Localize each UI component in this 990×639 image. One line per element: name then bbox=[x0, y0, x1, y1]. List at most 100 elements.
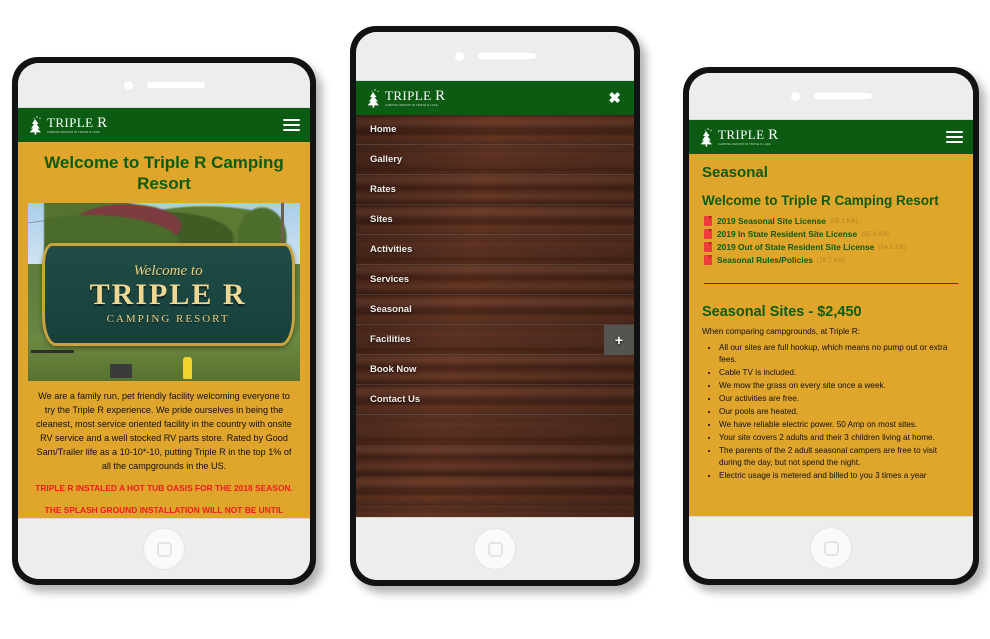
pine-tree-icon bbox=[366, 88, 382, 108]
nav-item-seasonal[interactable]: Seasonal bbox=[356, 295, 634, 325]
feature-bullet: Cable TV is included. bbox=[719, 367, 960, 379]
features-bullet-list: All our sites are full hookup, which mea… bbox=[702, 342, 960, 482]
feature-bullet: We have reliable electric power. 50 Amp … bbox=[719, 419, 960, 431]
document-link-item[interactable]: 2019 Seasonal Site License (55.1 KB) bbox=[704, 216, 960, 227]
document-links-list: 2019 Seasonal Site License (55.1 KB) 2019 … bbox=[704, 216, 960, 266]
document-link-label[interactable]: 2019 Seasonal Site License bbox=[717, 216, 826, 226]
sign-welcome-text: Welcome to bbox=[133, 262, 203, 279]
phone1-body: TRIPLE R CAMPING RESORT IN TRIPLE R LAKE… bbox=[18, 63, 310, 579]
phone2-top-bezel bbox=[356, 32, 634, 80]
document-file-size: (54.1 KB) bbox=[878, 243, 907, 251]
nav-item-contact-us[interactable]: Contact Us bbox=[356, 385, 634, 415]
pine-tree-icon bbox=[699, 127, 715, 147]
nav-item-label: Gallery bbox=[370, 154, 403, 165]
document-file-size: (78.7 KB) bbox=[816, 256, 845, 264]
phone3-screen: TRIPLE R CAMPING RESORT IN TRIPLE R LAKE… bbox=[689, 119, 973, 517]
submenu-expand-plus-icon[interactable]: + bbox=[604, 325, 634, 355]
nav-item-sites[interactable]: Sites bbox=[356, 205, 634, 235]
price-heading: Seasonal Sites - $2,450 bbox=[702, 304, 862, 321]
brand-logo[interactable]: TRIPLE R CAMPING RESORT IN TRIPLE R LAKE bbox=[699, 127, 779, 147]
nav-item-home[interactable]: Home bbox=[356, 115, 634, 145]
site-header: TRIPLE R CAMPING RESORT IN TRIPLE R LAKE… bbox=[356, 81, 634, 115]
phone1-screen: TRIPLE R CAMPING RESORT IN TRIPLE R LAKE… bbox=[18, 107, 310, 519]
pdf-file-icon bbox=[704, 216, 712, 227]
fire-hydrant bbox=[183, 357, 193, 380]
front-camera-icon bbox=[790, 91, 800, 101]
site-header: TRIPLE R CAMPING RESORT IN TRIPLE R LAKE bbox=[18, 108, 310, 142]
document-link-label[interactable]: Seasonal Rules/Policies bbox=[717, 255, 813, 265]
earpiece-speaker-icon bbox=[477, 53, 536, 59]
nav-item-label: Book Now bbox=[370, 364, 417, 375]
nav-item-services[interactable]: Services bbox=[356, 265, 634, 295]
fence-rail bbox=[30, 350, 75, 353]
document-link-item[interactable]: Seasonal Rules/Policies (78.7 KB) bbox=[704, 255, 960, 266]
page-title: Seasonal bbox=[702, 164, 768, 181]
hamburger-menu-icon[interactable] bbox=[283, 116, 300, 134]
front-camera-icon bbox=[454, 51, 464, 61]
brand-logo[interactable]: TRIPLE R CAMPING RESORT IN TRIPLE R LAKE bbox=[28, 115, 108, 135]
document-link-item[interactable]: 2019 In State Resident Site License (55.2… bbox=[704, 229, 960, 240]
document-link-label[interactable]: 2019 In State Resident Site License bbox=[717, 229, 857, 239]
sign-name-text: TRIPLE R bbox=[89, 277, 247, 311]
phone-mockup-home: TRIPLE R CAMPING RESORT IN TRIPLE R LAKE… bbox=[12, 57, 316, 585]
section-title: Welcome to Triple R Camping Resort bbox=[702, 193, 939, 208]
brand-name: TRIPLE R bbox=[385, 87, 446, 104]
section-divider bbox=[704, 283, 958, 285]
phone2-screen: TRIPLE R CAMPING RESORT IN TRIPLE R LAKE… bbox=[356, 80, 634, 518]
lead-text: When comparing campgrounds, at Triple R: bbox=[702, 327, 860, 337]
nav-item-gallery[interactable]: Gallery bbox=[356, 145, 634, 175]
nav-item-activities[interactable]: Activities bbox=[356, 235, 634, 265]
nav-item-rates[interactable]: Rates bbox=[356, 175, 634, 205]
feature-bullet: Our pools are heated. bbox=[719, 406, 960, 418]
phone3-body: TRIPLE R CAMPING RESORT IN TRIPLE R LAKE… bbox=[689, 73, 973, 579]
home-button[interactable] bbox=[811, 528, 851, 568]
home-button[interactable] bbox=[475, 529, 515, 569]
nav-item-label: Seasonal bbox=[370, 304, 412, 315]
feature-bullet: All our sites are full hookup, which mea… bbox=[719, 342, 960, 366]
nav-menu-list: Home Gallery Rates Sites Activities Services S… bbox=[356, 115, 634, 415]
page-title: Welcome to Triple R Camping Resort bbox=[44, 153, 284, 193]
nav-item-book-now[interactable]: Book Now bbox=[356, 355, 634, 385]
site-header: TRIPLE R CAMPING RESORT IN TRIPLE R LAKE bbox=[689, 120, 973, 154]
document-link-label[interactable]: 2019 Out of State Resident Site License bbox=[717, 242, 874, 252]
feature-bullet: The parents of the 2 adult seasonal camp… bbox=[719, 445, 960, 469]
sign-sub-text: CAMPING RESORT bbox=[106, 312, 230, 325]
phone-mockup-menu: TRIPLE R CAMPING RESORT IN TRIPLE R LAKE… bbox=[350, 26, 640, 586]
brand-text: TRIPLE R CAMPING RESORT IN TRIPLE R LAKE bbox=[718, 126, 779, 147]
brand-name: TRIPLE R bbox=[718, 126, 779, 143]
welcome-sign-photo: Welcome to TRIPLE R CAMPING RESORT bbox=[28, 203, 300, 382]
phone2-body: TRIPLE R CAMPING RESORT IN TRIPLE R LAKE… bbox=[356, 32, 634, 580]
feature-bullet: Electric usage is metered and billed to … bbox=[719, 470, 960, 482]
document-file-size: (55.2 KB) bbox=[861, 230, 889, 238]
nav-item-label: Activities bbox=[370, 244, 413, 255]
nav-item-label: Home bbox=[370, 124, 397, 135]
mailbox bbox=[109, 364, 132, 379]
pdf-file-icon bbox=[704, 242, 712, 253]
brand-tagline: CAMPING RESORT IN TRIPLE R LAKE bbox=[385, 103, 438, 107]
phone3-top-bezel bbox=[689, 73, 973, 119]
nav-item-label: Sites bbox=[370, 214, 393, 225]
phone1-bottom-bezel bbox=[18, 519, 310, 579]
mockup-stage: TRIPLE R CAMPING RESORT IN TRIPLE R LAKE… bbox=[0, 0, 990, 639]
document-file-size: (55.1 KB) bbox=[829, 217, 858, 225]
home-button[interactable] bbox=[144, 529, 184, 569]
brand-text: TRIPLE R CAMPING RESORT IN TRIPLE R LAKE bbox=[385, 87, 446, 108]
pdf-file-icon bbox=[704, 229, 712, 240]
hamburger-menu-icon[interactable] bbox=[946, 128, 963, 146]
phone3-content: Seasonal Welcome to Triple R Camping Res… bbox=[689, 154, 973, 516]
brand-logo[interactable]: TRIPLE R CAMPING RESORT IN TRIPLE R LAKE bbox=[366, 88, 446, 108]
alert-splash-ground: THE SPLASH GROUND INSTALLATION WILL NOT … bbox=[44, 504, 284, 515]
phone3-bottom-bezel bbox=[689, 517, 973, 579]
earpiece-speaker-icon bbox=[146, 82, 205, 88]
feature-bullet: Our activities are free. bbox=[719, 393, 960, 405]
nav-item-facilities[interactable]: Facilities + bbox=[356, 325, 634, 355]
feature-bullet: Your site covers 2 adults and their 3 ch… bbox=[719, 432, 960, 444]
document-link-item[interactable]: 2019 Out of State Resident Site License (… bbox=[704, 242, 960, 253]
brand-text: TRIPLE R CAMPING RESORT IN TRIPLE R LAKE bbox=[47, 115, 108, 135]
brand-tagline: CAMPING RESORT IN TRIPLE R LAKE bbox=[47, 130, 100, 134]
nav-item-label: Services bbox=[370, 274, 410, 285]
home-button-icon bbox=[487, 541, 503, 557]
mobile-nav-overlay: TRIPLE R CAMPING RESORT IN TRIPLE R LAKE… bbox=[356, 81, 634, 517]
nav-item-label: Rates bbox=[370, 184, 396, 195]
close-icon[interactable]: ✖ bbox=[605, 91, 624, 106]
